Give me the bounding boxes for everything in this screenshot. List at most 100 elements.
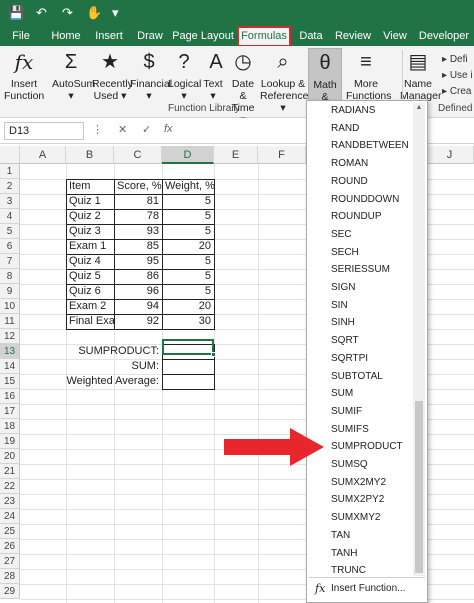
- tab-file[interactable]: File: [6, 26, 36, 46]
- function-item-sinh[interactable]: SINH: [331, 316, 355, 330]
- table-cell[interactable]: Quiz 5: [66, 269, 114, 284]
- table-cell[interactable]: 95: [114, 254, 162, 269]
- table-cell[interactable]: 5: [162, 254, 214, 269]
- function-item-tanh[interactable]: TANH: [331, 547, 357, 561]
- table-cell[interactable]: 81: [114, 194, 162, 209]
- enter-icon[interactable]: ✓: [142, 123, 151, 136]
- select-all-corner[interactable]: [0, 146, 20, 164]
- row-header-23[interactable]: 23: [0, 494, 20, 509]
- touch-mode-icon[interactable]: ✋: [86, 4, 102, 22]
- row-header-19[interactable]: 19: [0, 434, 20, 449]
- insert-function-button[interactable]: fx Insert Function: [4, 48, 44, 102]
- row-header-9[interactable]: 9: [0, 284, 20, 299]
- row-header-4[interactable]: 4: [0, 209, 20, 224]
- row-header-12[interactable]: 12: [0, 329, 20, 344]
- row-header-26[interactable]: 26: [0, 539, 20, 554]
- function-item-sumxmy2[interactable]: SUMXMY2: [331, 511, 380, 525]
- function-item-sumx2py2[interactable]: SUMX2PY2: [331, 493, 384, 507]
- row-header-28[interactable]: 28: [0, 569, 20, 584]
- function-item-sqrt[interactable]: SQRT: [331, 334, 359, 348]
- function-item-subtotal[interactable]: SUBTOTAL: [331, 370, 383, 384]
- lookup-reference-button[interactable]: ⌕ Lookup & Reference ▾: [260, 48, 308, 114]
- row-header-10[interactable]: 10: [0, 299, 20, 314]
- row-header-21[interactable]: 21: [0, 464, 20, 479]
- table-cell[interactable]: 85: [114, 239, 162, 254]
- row-header-3[interactable]: 3: [0, 194, 20, 209]
- tab-data[interactable]: Data: [296, 26, 326, 46]
- summary-value-cell[interactable]: [162, 374, 215, 390]
- function-item-randbetween[interactable]: RANDBETWEEN: [331, 139, 409, 153]
- financial-button[interactable]: $ Financial ▾: [130, 48, 172, 102]
- row-header-27[interactable]: 27: [0, 554, 20, 569]
- function-item-round[interactable]: ROUND: [331, 175, 368, 189]
- table-cell[interactable]: Exam 2: [66, 299, 114, 314]
- table-cell[interactable]: 5: [162, 269, 214, 284]
- tab-view[interactable]: View: [380, 26, 410, 46]
- define-name-button[interactable]: ▸ Defi: [442, 54, 468, 65]
- table-cell[interactable]: 5: [162, 224, 214, 239]
- column-header-a[interactable]: A: [20, 146, 66, 164]
- table-cell[interactable]: Quiz 4: [66, 254, 114, 269]
- row-header-15[interactable]: 15: [0, 374, 20, 389]
- row-header-13[interactable]: 13: [0, 344, 20, 359]
- function-item-tan[interactable]: TAN: [331, 529, 350, 543]
- row-header-14[interactable]: 14: [0, 359, 20, 374]
- column-header-d[interactable]: D: [162, 146, 214, 164]
- row-header-5[interactable]: 5: [0, 224, 20, 239]
- table-cell[interactable]: Final Exam: [66, 314, 114, 329]
- function-item-sum[interactable]: SUM: [331, 387, 353, 401]
- text-button[interactable]: A Text ▾: [202, 48, 224, 102]
- table-cell[interactable]: 86: [114, 269, 162, 284]
- row-header-18[interactable]: 18: [0, 419, 20, 434]
- table-cell[interactable]: 30: [162, 314, 214, 329]
- table-cell[interactable]: Quiz 3: [66, 224, 114, 239]
- table-cell[interactable]: 20: [162, 299, 214, 314]
- scroll-up-icon[interactable]: ▲: [413, 103, 425, 113]
- tab-page-layout[interactable]: Page Layout: [172, 26, 234, 46]
- tab-review[interactable]: Review: [334, 26, 372, 46]
- row-header-16[interactable]: 16: [0, 389, 20, 404]
- table-cell[interactable]: 78: [114, 209, 162, 224]
- tab-developer[interactable]: Developer: [416, 26, 472, 46]
- insert-function-menu-item[interactable]: fx Insert Function...: [309, 579, 425, 599]
- column-header-j[interactable]: J: [426, 146, 474, 164]
- function-item-radians[interactable]: RADIANS: [331, 104, 375, 118]
- function-item-sqrtpi[interactable]: SQRTPI: [331, 352, 368, 366]
- function-item-seriessum[interactable]: SERIESSUM: [331, 263, 390, 277]
- row-header-7[interactable]: 7: [0, 254, 20, 269]
- row-header-24[interactable]: 24: [0, 509, 20, 524]
- tab-draw[interactable]: Draw: [134, 26, 166, 46]
- table-cell[interactable]: 94: [114, 299, 162, 314]
- row-header-6[interactable]: 6: [0, 239, 20, 254]
- fill-handle[interactable]: [211, 352, 216, 357]
- function-item-sumif[interactable]: SUMIF: [331, 405, 362, 419]
- table-cell[interactable]: 93: [114, 224, 162, 239]
- function-item-rand[interactable]: RAND: [331, 122, 359, 136]
- save-icon[interactable]: 💾: [8, 4, 24, 22]
- cancel-icon[interactable]: ✕: [118, 123, 127, 136]
- tab-home[interactable]: Home: [48, 26, 84, 46]
- autosum-button[interactable]: Σ AutoSum ▾: [52, 48, 95, 102]
- function-item-sumx2my2[interactable]: SUMX2MY2: [331, 476, 386, 490]
- recently-used-button[interactable]: ★ Recently Used ▾: [92, 48, 133, 102]
- row-header-8[interactable]: 8: [0, 269, 20, 284]
- function-item-roundup[interactable]: ROUNDUP: [331, 210, 382, 224]
- column-header-b[interactable]: B: [66, 146, 114, 164]
- function-item-sin[interactable]: SIN: [331, 299, 348, 313]
- tab-formulas[interactable]: Formulas: [237, 26, 291, 47]
- table-cell[interactable]: Quiz 1: [66, 194, 114, 209]
- summary-value-cell[interactable]: [162, 359, 215, 375]
- column-header-f[interactable]: F: [258, 146, 306, 164]
- column-header-c[interactable]: C: [114, 146, 162, 164]
- table-cell[interactable]: 5: [162, 194, 214, 209]
- use-in-formula-button[interactable]: ▸ Use i: [442, 70, 473, 81]
- function-item-sign[interactable]: SIGN: [331, 281, 355, 295]
- function-item-rounddown[interactable]: ROUNDDOWN: [331, 193, 399, 207]
- function-item-sumproduct[interactable]: SUMPRODUCT: [331, 440, 403, 454]
- function-item-roman[interactable]: ROMAN: [331, 157, 368, 171]
- name-box[interactable]: D13: [4, 122, 84, 140]
- row-header-22[interactable]: 22: [0, 479, 20, 494]
- table-cell[interactable]: Quiz 2: [66, 209, 114, 224]
- undo-icon[interactable]: ↶: [36, 4, 47, 22]
- customize-qat-icon[interactable]: ▾: [112, 4, 119, 22]
